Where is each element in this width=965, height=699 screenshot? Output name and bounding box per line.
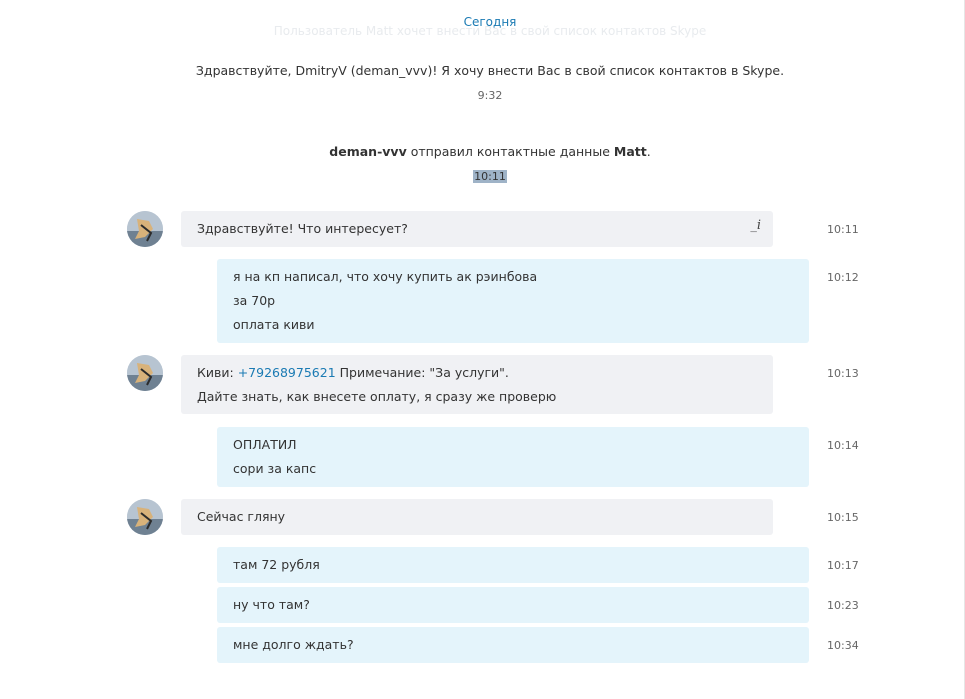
message-bubble-incoming[interactable]: Киви: +79268975621 Примечание: "За услуг…	[181, 355, 773, 414]
message-text-prefix: Киви:	[197, 365, 238, 380]
message-text: Здравствуйте! Что интересует?	[197, 221, 408, 236]
message-text: мне долго ждать?	[233, 637, 354, 652]
message-text: ну что там?	[233, 597, 310, 612]
message-text-suffix: Примечание: "За услуги".	[335, 365, 509, 380]
message-time: 10:23	[827, 599, 859, 612]
day-separator: Сегодня	[463, 15, 517, 29]
message-text: там 72 рубля	[233, 557, 320, 572]
sender-username[interactable]: deman-vvv	[329, 144, 406, 159]
message-text: сори за капс	[233, 461, 317, 476]
selected-time: 10:11	[473, 170, 507, 183]
edit-icon[interactable]: _i	[750, 218, 761, 233]
contact-shared-text: отправил контактные данные	[406, 144, 614, 159]
message-bubble-incoming[interactable]: Сейчас гляну	[181, 499, 773, 535]
message-time: 10:11	[827, 223, 859, 236]
avatar-image	[127, 499, 163, 535]
message-text: Дайте знать, как внесете оплату, я сразу…	[197, 389, 557, 404]
message-time: 10:13	[827, 367, 859, 380]
message-text: оплата киви	[233, 317, 315, 332]
contact-shared-end: .	[646, 144, 651, 159]
phone-link[interactable]: +79268975621	[238, 365, 336, 380]
message-text: за 70р	[233, 293, 276, 308]
avatar-image	[127, 355, 163, 391]
message-time: 10:12	[827, 271, 859, 284]
avatar[interactable]	[127, 211, 163, 247]
avatar[interactable]	[127, 355, 163, 391]
message-bubble-outgoing[interactable]: там 72 рубля	[217, 547, 809, 583]
message-bubble-outgoing[interactable]: мне долго ждать?	[217, 627, 809, 663]
message-text: ОПЛАТИЛ	[233, 437, 297, 452]
message-bubble-outgoing[interactable]: ну что там?	[217, 587, 809, 623]
shared-contact-name[interactable]: Matt	[614, 144, 647, 159]
message-time: 10:15	[827, 511, 859, 524]
contact-request-message: Здравствуйте, DmitryV (deman_vvv)! Я хоч…	[195, 63, 785, 78]
avatar[interactable]	[127, 499, 163, 535]
message-text: Сейчас гляну	[197, 509, 286, 524]
contact-shared-time: 10:11	[0, 170, 965, 183]
message-bubble-outgoing[interactable]: ОПЛАТИЛ сори за капс	[217, 427, 809, 487]
message-time: 10:17	[827, 559, 859, 572]
message-bubble-outgoing[interactable]: я на кп написал, что хочу купить ак рэин…	[217, 259, 809, 343]
message-bubble-incoming[interactable]: Здравствуйте! Что интересует? _i	[181, 211, 773, 247]
message-text: я на кп написал, что хочу купить ак рэин…	[233, 269, 538, 284]
contact-shared-notice: deman-vvv отправил контактные данные Mat…	[0, 144, 965, 159]
avatar-image	[127, 211, 163, 247]
message-time: 10:34	[827, 639, 859, 652]
message-text: Киви: +79268975621 Примечание: "За услуг…	[197, 361, 757, 385]
contact-request-time: 9:32	[477, 89, 503, 102]
message-time: 10:14	[827, 439, 859, 452]
